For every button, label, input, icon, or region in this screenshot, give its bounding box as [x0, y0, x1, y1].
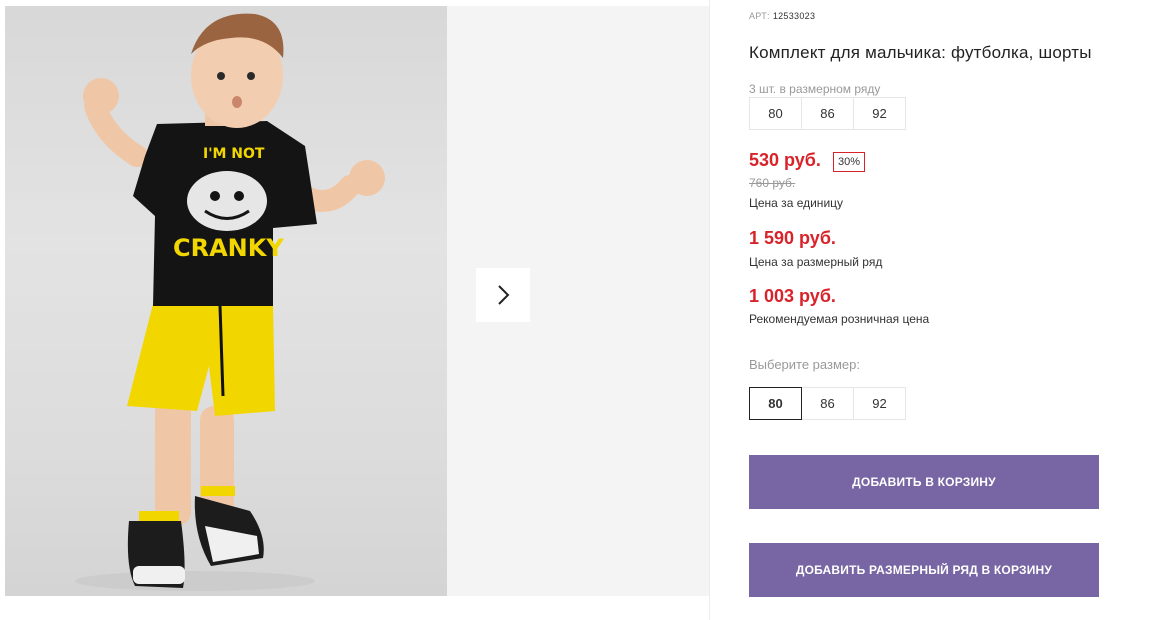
unit-price: 530 руб.: [749, 150, 821, 170]
old-price: 760 руб.: [749, 176, 796, 190]
shirt-print-top: I'M NOT: [203, 146, 265, 162]
size-row-item: 86: [801, 97, 854, 130]
product-title: Комплект для мальчика: футболка, шорты: [749, 43, 1092, 62]
article-value: 12533023: [772, 11, 816, 21]
product-gallery: I'M NOT CRANKY: [5, 6, 709, 596]
choose-size-label: Выберите размер:: [749, 357, 860, 372]
unit-price-label: Цена за единицу: [749, 196, 844, 210]
article-number: АРТ: 12533023: [749, 11, 815, 21]
size-option-92[interactable]: 92: [853, 387, 906, 420]
size-row-price: 1 590 руб.: [749, 228, 836, 248]
size-row-price-label: Цена за размерный ряд: [749, 255, 883, 269]
discount-badge: 30%: [833, 152, 866, 172]
retail-price-label: Рекомендуемая розничная цена: [749, 312, 930, 326]
size-option-86[interactable]: 86: [801, 387, 854, 420]
add-to-cart-button[interactable]: ДОБАВИТЬ В КОРЗИНУ: [749, 455, 1099, 509]
shirt-print-bottom: CRANKY: [173, 234, 284, 262]
size-option-80[interactable]: 80: [749, 387, 802, 420]
article-label: АРТ:: [749, 11, 770, 21]
size-selector: 80 86 92: [749, 387, 906, 420]
size-row-count: 3 шт. в размерном ряду: [749, 82, 881, 96]
panel-divider: [709, 0, 710, 620]
size-row-list: 80 86 92: [749, 97, 906, 130]
size-row-item: 92: [853, 97, 906, 130]
chevron-right-icon: [498, 285, 510, 305]
product-photo[interactable]: I'M NOT CRANKY: [5, 6, 447, 596]
left-shoe: [127, 511, 185, 588]
add-size-row-to-cart-button[interactable]: ДОБАВИТЬ РАЗМЕРНЫЙ РЯД В КОРЗИНУ: [749, 543, 1099, 597]
child-model-illustration: I'M NOT CRANKY: [75, 13, 385, 591]
gallery-next-button[interactable]: [476, 268, 530, 322]
size-row-item: 80: [749, 97, 802, 130]
retail-price: 1 003 руб.: [749, 286, 836, 306]
